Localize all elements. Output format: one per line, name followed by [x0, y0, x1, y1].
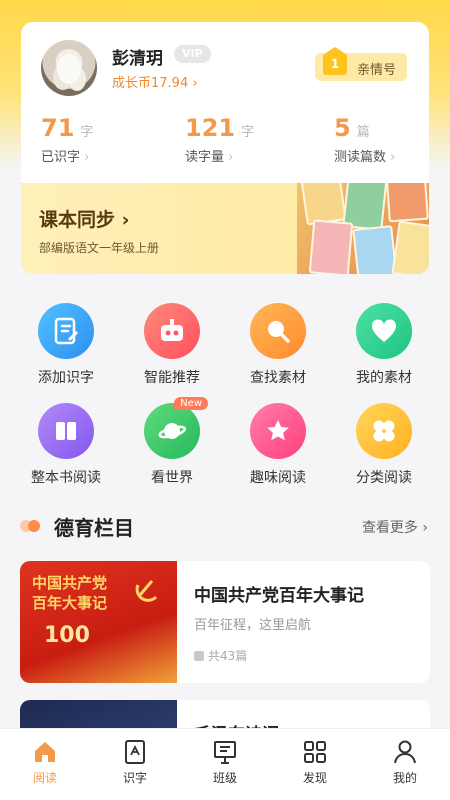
- feature-add-chars[interactable]: 添加识字: [21, 303, 111, 387]
- grid-icon: [302, 739, 328, 765]
- section-dots-icon: [20, 519, 42, 533]
- chevron-right-icon: ›: [422, 520, 428, 536]
- tab-label: 识字: [122, 771, 147, 785]
- see-more-label: 查看更多: [361, 520, 418, 536]
- stat-unit: 字: [80, 125, 94, 140]
- thumb-line: 百年大事记: [32, 594, 108, 612]
- bottom-tab-bar: 阅读 识字 班级 发现 我的: [0, 728, 450, 800]
- tab-mine[interactable]: 我的: [360, 729, 450, 800]
- family-account-label: 亲情号: [357, 63, 397, 78]
- feature-see-world[interactable]: New 看世界: [127, 397, 217, 487]
- article-count-text: 共43篇: [208, 649, 248, 663]
- feature-category-reading[interactable]: 分类阅读: [339, 403, 429, 487]
- tab-class[interactable]: 班级: [180, 729, 270, 800]
- stat-value: 121: [185, 114, 236, 142]
- notebook-pen-icon: [38, 303, 94, 359]
- stat-tests[interactable]: 5篇 测读篇数: [334, 114, 395, 165]
- feature-label: 分类阅读: [356, 470, 412, 486]
- profile-card: 彭清玥 VIP 成长币17.94 › 1 亲情号 71 字 已识字 121 字 读字…: [21, 22, 429, 274]
- feature-label: 整本书阅读: [31, 470, 101, 486]
- open-book-icon: [38, 403, 94, 459]
- stat-unit: 字: [241, 125, 255, 140]
- search-icon: [250, 303, 306, 359]
- feature-label: 趣味阅读: [250, 470, 306, 486]
- stat-value: 5: [334, 114, 351, 142]
- book-icon: [194, 651, 204, 661]
- feature-grid: 添加识字 智能推荐 查找素材 我的素材 整本书阅读 New 看世界 趣味阅读 分…: [0, 300, 450, 490]
- growth-coins-link[interactable]: 成长币17.94 ›: [112, 72, 198, 91]
- reading-stats: 71 字 已识字 121 字 读字量 5篇 测读篇数: [21, 114, 429, 174]
- stat-read-chars[interactable]: 121 字 读字量: [185, 114, 254, 165]
- stat-caption: 测读篇数: [334, 146, 395, 165]
- article-count: 共43篇: [194, 647, 247, 664]
- home-icon: [32, 739, 58, 765]
- tab-label: 班级: [212, 771, 237, 785]
- thumb-number: 100: [44, 623, 90, 648]
- feature-label: 查找素材: [250, 370, 306, 386]
- book-icon: [122, 739, 148, 765]
- new-badge: New: [174, 397, 208, 410]
- article-thumbnail: 中国共产党百年大事记 100: [20, 561, 177, 683]
- stat-known-chars[interactable]: 71 字 已识字: [41, 114, 93, 165]
- tab-reading[interactable]: 阅读: [0, 729, 90, 800]
- feature-label: 看世界: [151, 470, 193, 486]
- course-subtitle: 部编版语文一年级上册: [39, 241, 160, 255]
- house-icon: 1: [323, 47, 347, 75]
- feature-label: 我的素材: [356, 370, 412, 386]
- tab-label: 发现: [302, 771, 327, 785]
- avatar[interactable]: [41, 40, 97, 96]
- star-icon: [250, 403, 306, 459]
- robot-icon: [144, 303, 200, 359]
- username: 彭清玥: [112, 49, 163, 69]
- heart-icon: [356, 303, 412, 359]
- feature-fun-reading[interactable]: 趣味阅读: [233, 403, 323, 487]
- board-icon: [212, 739, 238, 765]
- stat-caption: 读字量: [185, 146, 254, 165]
- family-account-button[interactable]: 1 亲情号: [315, 47, 407, 81]
- feature-smart-recommend[interactable]: 智能推荐: [127, 303, 217, 387]
- stat-caption: 已识字: [41, 146, 93, 165]
- course-title: 课本同步 ›: [39, 209, 130, 231]
- stat-unit: 篇: [356, 125, 370, 140]
- textbook-covers-image: [297, 183, 429, 274]
- see-more-link[interactable]: 查看更多 ›: [362, 517, 428, 537]
- article-subtitle: 百年征程，这里启航: [194, 618, 312, 633]
- tab-discover[interactable]: 发现: [270, 729, 360, 800]
- stat-value: 71: [41, 114, 75, 142]
- hammer-sickle-icon: [135, 580, 158, 602]
- planet-icon: New: [144, 397, 208, 459]
- article-title: 中国共产党百年大事记: [194, 586, 364, 606]
- moral-education-section-header: 德育栏目 查看更多 ›: [20, 510, 430, 542]
- vip-badge[interactable]: VIP: [174, 45, 211, 63]
- section-title: 德育栏目: [54, 516, 134, 540]
- feature-whole-book[interactable]: 整本书阅读: [21, 403, 111, 487]
- user-icon: [392, 739, 418, 765]
- feature-my-material[interactable]: 我的素材: [339, 303, 429, 387]
- clover-icon: [356, 403, 412, 459]
- feature-label: 智能推荐: [144, 370, 200, 386]
- textbook-sync-banner[interactable]: 课本同步 › 部编版语文一年级上册: [21, 183, 429, 274]
- feature-find-material[interactable]: 查找素材: [233, 303, 323, 387]
- thumb-line: 中国共产党: [32, 574, 108, 592]
- tab-label: 我的: [392, 771, 417, 785]
- tab-literacy[interactable]: 识字: [90, 729, 180, 800]
- tab-label: 阅读: [32, 771, 57, 785]
- feature-label: 添加识字: [38, 370, 94, 386]
- article-card[interactable]: 中国共产党 百年大事记 100 中国共产党百年大事记 百年征程，这里启航 共43篇: [20, 561, 430, 683]
